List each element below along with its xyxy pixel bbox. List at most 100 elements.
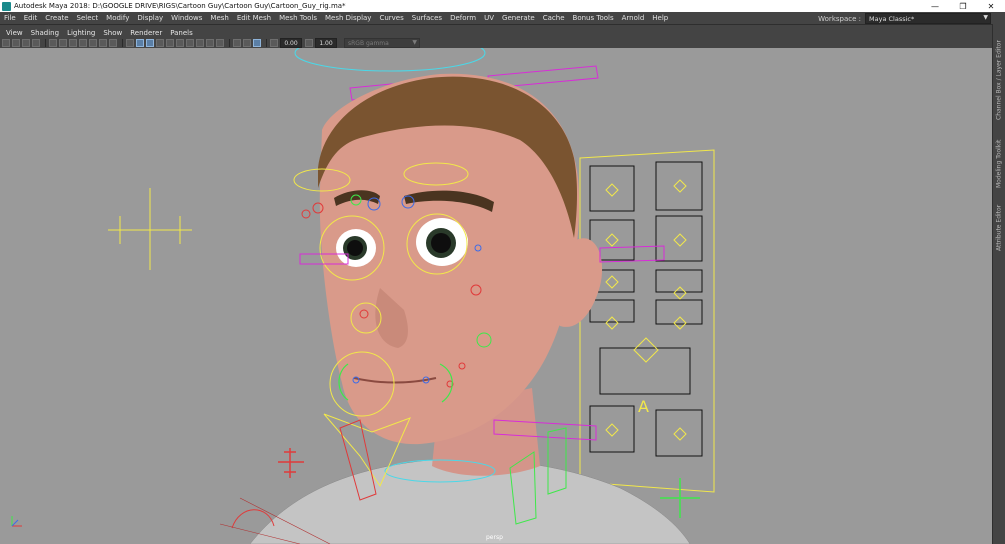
panel-menu-lighting[interactable]: Lighting — [63, 29, 99, 37]
panel-slot[interactable] — [589, 165, 635, 212]
menu-generate[interactable]: Generate — [498, 14, 539, 22]
exposure-icon[interactable] — [270, 39, 278, 47]
panel-menu-panels[interactable]: Panels — [166, 29, 197, 37]
root-ctrl-circle[interactable] — [294, 48, 486, 72]
panel-slot[interactable] — [655, 409, 703, 457]
slider-handle[interactable] — [605, 423, 619, 437]
slider-handle[interactable] — [673, 286, 687, 300]
camera-select-icon[interactable] — [2, 39, 10, 47]
safe-title-icon[interactable] — [109, 39, 117, 47]
slider-handle[interactable] — [605, 233, 619, 247]
toolbar-separator — [266, 39, 267, 47]
motion-blur-icon[interactable] — [196, 39, 204, 47]
menu-mesh-display[interactable]: Mesh Display — [321, 14, 375, 22]
perspective-viewport[interactable]: A — [0, 48, 993, 544]
viewport-scene: A — [11, 48, 715, 544]
color-space-dropdown[interactable]: sRGB gamma ▼ — [344, 38, 420, 48]
panel-menu-show[interactable]: Show — [99, 29, 126, 37]
menu-create[interactable]: Create — [41, 14, 72, 22]
menu-select[interactable]: Select — [73, 14, 103, 22]
workspace-selector: Workspace : Maya Classic* ▼ — [818, 13, 991, 24]
textured-icon[interactable] — [156, 39, 164, 47]
menu-edit-mesh[interactable]: Edit Mesh — [233, 14, 275, 22]
menu-deform[interactable]: Deform — [446, 14, 480, 22]
panel-menu-shading[interactable]: Shading — [27, 29, 63, 37]
wireframe-on-shaded-icon[interactable] — [146, 39, 154, 47]
chevron-down-icon: ▼ — [412, 39, 417, 46]
panel-menu-view[interactable]: View — [2, 29, 27, 37]
color-space-value: sRGB gamma — [348, 39, 389, 47]
camera-attributes-icon[interactable] — [12, 39, 20, 47]
tab-channel-box[interactable]: Channel Box / Layer Editor — [994, 30, 1004, 130]
slider-handle[interactable] — [605, 183, 619, 197]
menu-arnold[interactable]: Arnold — [618, 14, 649, 22]
menu-cache[interactable]: Cache — [539, 14, 569, 22]
restore-button[interactable]: ❐ — [949, 0, 977, 12]
shoulder-ctrl[interactable] — [278, 448, 304, 478]
menu-bonus-tools[interactable]: Bonus Tools — [569, 14, 618, 22]
resolution-gate-icon[interactable] — [69, 39, 77, 47]
panel-toolbar: 0.00 1.00 sRGB gamma ▼ — [2, 38, 992, 48]
menu-mesh-tools[interactable]: Mesh Tools — [275, 14, 321, 22]
shadows-icon[interactable] — [176, 39, 184, 47]
panel-slot[interactable] — [655, 161, 703, 211]
chevron-down-icon: ▼ — [983, 14, 988, 21]
workspace-dropdown[interactable]: Maya Classic* ▼ — [865, 13, 991, 24]
right-side-tabs: Channel Box / Layer Editor Modeling Tool… — [992, 24, 1005, 544]
menu-edit[interactable]: Edit — [20, 14, 42, 22]
minimize-button[interactable]: — — [921, 0, 949, 12]
gamma-icon[interactable] — [305, 39, 313, 47]
panel-slot[interactable] — [655, 299, 703, 325]
menu-uv[interactable]: UV — [480, 14, 498, 22]
isolate-select-icon[interactable] — [233, 39, 241, 47]
gate-mask-icon[interactable] — [79, 39, 87, 47]
panel-slot[interactable] — [599, 347, 691, 395]
image-plane-icon[interactable] — [32, 39, 40, 47]
menu-mesh[interactable]: Mesh — [206, 14, 232, 22]
exposure-field[interactable]: 0.00 — [280, 38, 302, 48]
menu-curves[interactable]: Curves — [375, 14, 407, 22]
cheek-ctrl[interactable] — [301, 209, 311, 219]
grid-icon[interactable] — [49, 39, 57, 47]
use-lights-icon[interactable] — [166, 39, 174, 47]
smooth-shade-icon[interactable] — [136, 39, 144, 47]
panel-slot[interactable] — [655, 215, 703, 262]
anti-aliasing-icon[interactable] — [206, 39, 214, 47]
slider-handle[interactable] — [633, 337, 659, 363]
menu-surfaces[interactable]: Surfaces — [408, 14, 446, 22]
film-gate-icon[interactable] — [59, 39, 67, 47]
slider-handle[interactable] — [673, 427, 687, 441]
panel-slot[interactable] — [589, 299, 635, 323]
camera-label: persp — [486, 534, 503, 541]
slider-handle[interactable] — [605, 275, 619, 289]
tab-modeling-toolkit[interactable]: Modeling Toolkit — [994, 134, 1004, 194]
panel-menu-renderer[interactable]: Renderer — [126, 29, 166, 37]
slider-handle[interactable] — [673, 233, 687, 247]
axis-gizmo-z — [11, 519, 19, 527]
slider-handle[interactable] — [673, 316, 687, 330]
right-pupil-dark — [431, 233, 451, 253]
depth-of-field-icon[interactable] — [216, 39, 224, 47]
menu-file[interactable]: File — [0, 14, 20, 22]
wireframe-icon[interactable] — [126, 39, 134, 47]
hip-ctrl[interactable] — [660, 478, 700, 518]
xray-icon[interactable] — [243, 39, 251, 47]
face-control-panel[interactable] — [579, 149, 715, 493]
close-button[interactable]: ✕ — [977, 0, 1005, 12]
bookmark-icon[interactable] — [22, 39, 30, 47]
field-chart-icon[interactable] — [89, 39, 97, 47]
xray-joints-icon[interactable] — [253, 39, 261, 47]
slider-handle[interactable] — [605, 316, 619, 330]
menu-modify[interactable]: Modify — [102, 14, 133, 22]
tab-attribute-editor[interactable]: Attribute Editor — [994, 198, 1004, 258]
gamma-field[interactable]: 1.00 — [315, 38, 337, 48]
menu-help[interactable]: Help — [648, 14, 672, 22]
menu-display[interactable]: Display — [133, 14, 167, 22]
window-title: Autodesk Maya 2018: D:\GOOGLE DRIVE\RIGS… — [14, 2, 346, 10]
window-titlebar: Autodesk Maya 2018: D:\GOOGLE DRIVE\RIGS… — [0, 0, 1005, 12]
menu-windows[interactable]: Windows — [167, 14, 206, 22]
safe-action-icon[interactable] — [99, 39, 107, 47]
slider-handle[interactable] — [673, 179, 687, 193]
ambient-occlusion-icon[interactable] — [186, 39, 194, 47]
panel-slot[interactable] — [589, 405, 635, 453]
